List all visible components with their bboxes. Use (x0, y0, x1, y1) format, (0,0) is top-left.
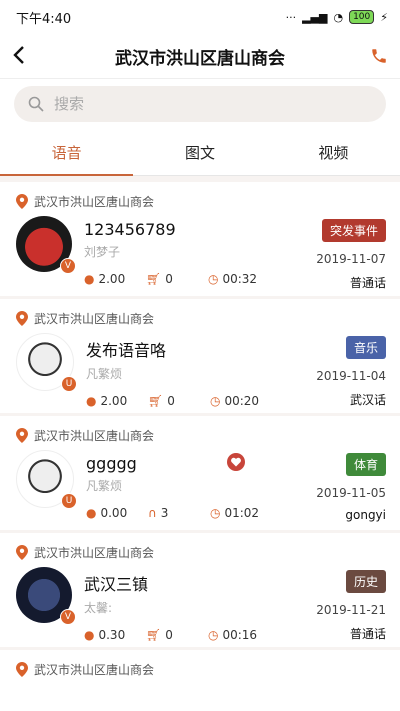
search-bar (0, 79, 400, 129)
search-input[interactable] (52, 94, 336, 114)
more-icon: ··· (285, 10, 297, 24)
duration: 00:32 (222, 272, 258, 286)
location-pin-icon (16, 661, 28, 677)
list-item[interactable]: 武汉市洪山区唐山商会 U 发布语音咯 凡繁烦 ● 2.00 🛒︎ 0 ◷ 00:20 … (0, 299, 400, 413)
purchase-count: 0 (167, 394, 175, 408)
status-bar: 下午4:40 ··· ▂▄▆ ◔ 100 ⚡ (0, 0, 400, 34)
dialect-label: 普通话 (349, 276, 386, 290)
clock-icon: ◷ (210, 394, 221, 408)
cart-icon: 🛒︎ (148, 394, 164, 408)
category-tag: 突发事件 (321, 219, 386, 242)
money-bag-icon: ● (84, 272, 95, 286)
avatar[interactable]: U (16, 333, 77, 392)
location-text: 武汉市洪山区唐山商会 (34, 545, 155, 560)
tab-bar: 语音 图文 视频 (0, 129, 400, 176)
price: 0.30 (98, 628, 126, 642)
author-name: 凡繁烦 (86, 367, 123, 381)
location-text: 武汉市洪山区唐山商会 (34, 194, 155, 209)
tab-video[interactable]: 视频 (267, 129, 400, 175)
money-bag-icon: ● (84, 628, 95, 642)
phone-icon[interactable] (360, 47, 388, 65)
post-date: 2019-11-05 (316, 486, 386, 500)
location-text: 武汉市洪山区唐山商会 (34, 311, 155, 326)
tab-image-text[interactable]: 图文 (133, 129, 266, 175)
author-name: 刘梦子 (84, 245, 121, 259)
avatar[interactable]: U (16, 450, 77, 509)
location-pin-icon (16, 544, 28, 560)
list-item[interactable]: 武汉市洪山区唐山商会 (0, 650, 400, 690)
signal-icon: ▂▄▆ (302, 10, 328, 24)
listen-count: 3 (160, 506, 169, 520)
post-title: 123456789 (84, 220, 176, 239)
list-item[interactable]: 武汉市洪山区唐山商会 U ggggg 凡繁烦 ● 0.00 ∩ 3 ◷ 01:02 体… (0, 416, 400, 530)
status-time: 下午4:40 (16, 11, 72, 27)
battery-icon: 100 (349, 10, 375, 24)
verified-badge: V (60, 609, 76, 625)
location-text: 武汉市洪山区唐山商会 (34, 662, 155, 677)
nav-bar: 武汉市洪山区唐山商会 (0, 34, 400, 79)
price: 2.00 (100, 394, 128, 408)
list-item[interactable]: 武汉市洪山区唐山商会 V 123456789 刘梦子 ● 2.00 🛒︎ 0 ◷ 00… (0, 182, 400, 296)
list-item[interactable]: 武汉市洪山区唐山商会 V 武汉三镇 太馨: ● 0.30 🛒︎ 0 ◷ 00:16 历… (0, 533, 400, 647)
cart-icon: 🛒︎ (146, 272, 162, 286)
location-text: 武汉市洪山区唐山商会 (34, 428, 155, 443)
tab-voice[interactable]: 语音 (0, 129, 134, 176)
duration: 00:20 (224, 394, 260, 408)
page-title: 武汉市洪山区唐山商会 (115, 48, 285, 69)
avatar[interactable]: V (16, 567, 76, 625)
post-title: 武汉三镇 (84, 575, 149, 594)
verified-badge: U (61, 376, 77, 392)
search-icon (28, 96, 44, 112)
cart-icon: 🛒︎ (146, 628, 162, 642)
author-name: 太馨: (84, 601, 113, 615)
location-row: 武汉市洪山区唐山商会 (16, 307, 386, 329)
status-icons: ··· ▂▄▆ ◔ 100 ⚡ (286, 10, 388, 24)
price: 0.00 (100, 506, 128, 520)
money-bag-icon: ● (86, 506, 97, 520)
category-tag: 体育 (345, 453, 386, 476)
purchase-count: 0 (165, 628, 173, 642)
charging-icon: ⚡ (380, 10, 388, 24)
dialect-label: gongyi (345, 508, 386, 522)
clock-icon: ◷ (208, 272, 219, 286)
category-tag: 音乐 (345, 336, 386, 359)
post-date: 2019-11-21 (316, 603, 386, 617)
location-row: 武汉市洪山区唐山商会 (16, 190, 386, 212)
headphones-icon: ∩ (148, 506, 157, 520)
location-row: 武汉市洪山区唐山商会 (16, 658, 386, 680)
location-pin-icon (16, 427, 28, 443)
avatar[interactable]: V (16, 216, 76, 274)
verified-badge: U (61, 493, 77, 509)
duration: 01:02 (224, 506, 260, 520)
post-date: 2019-11-07 (316, 252, 386, 266)
dialect-label: 武汉话 (349, 393, 386, 407)
location-pin-icon (16, 193, 28, 209)
location-row: 武汉市洪山区唐山商会 (16, 541, 386, 563)
post-title: ggggg (86, 454, 137, 473)
post-title: 发布语音咯 (86, 341, 167, 360)
post-list: 武汉市洪山区唐山商会 V 123456789 刘梦子 ● 2.00 🛒︎ 0 ◷ 00… (0, 176, 400, 690)
location-row: 武汉市洪山区唐山商会 (16, 424, 386, 446)
money-bag-icon: ● (86, 394, 97, 408)
wifi-icon: ◔ (333, 10, 344, 24)
location-pin-icon (16, 310, 28, 326)
author-name: 凡繁烦 (86, 479, 123, 493)
category-tag: 历史 (345, 570, 386, 593)
duration: 00:16 (222, 628, 258, 642)
post-date: 2019-11-04 (316, 369, 386, 383)
heart-icon[interactable] (226, 452, 246, 476)
clock-icon: ◷ (208, 628, 219, 642)
back-icon[interactable] (12, 43, 40, 69)
clock-icon: ◷ (210, 506, 221, 520)
verified-badge: V (60, 258, 76, 274)
dialect-label: 普通话 (349, 627, 386, 641)
search-box[interactable] (14, 86, 386, 122)
purchase-count: 0 (165, 272, 173, 286)
price: 2.00 (98, 272, 126, 286)
